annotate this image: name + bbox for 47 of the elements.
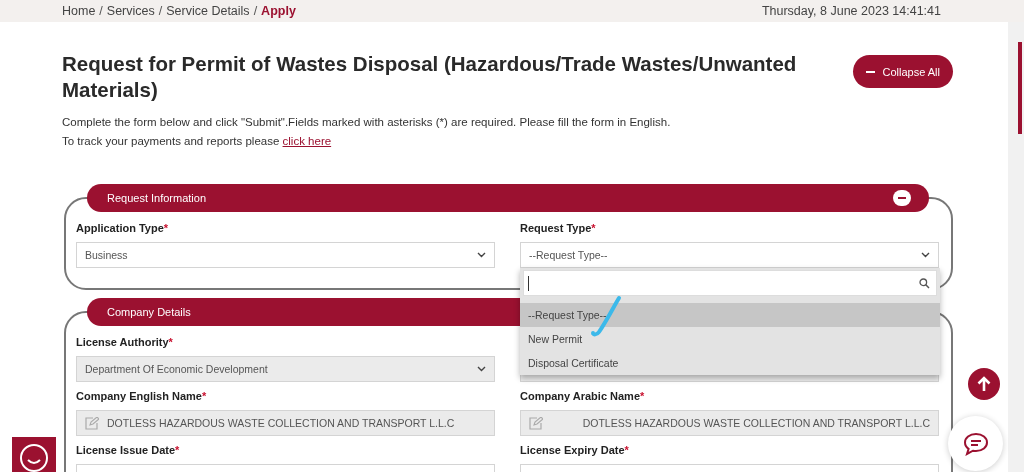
collapse-all-button[interactable]: Collapse All <box>852 55 953 88</box>
click-here-link[interactable]: click here <box>282 135 332 147</box>
scroll-up-button[interactable] <box>968 368 1000 400</box>
breadcrumb-separator: / <box>158 4 163 18</box>
chevron-down-icon <box>477 366 486 372</box>
required-asterisk: * <box>168 336 173 348</box>
logo-icon[interactable] <box>12 437 56 472</box>
breadcrumb-separator: / <box>253 4 258 18</box>
required-asterisk: * <box>163 222 169 234</box>
field-label: License Expiry Date <box>520 444 625 456</box>
field-label: Request Type <box>520 222 592 234</box>
page-title: Request for Permit of Wastes Disposal (Hazardous/Trade Wastes/Unwanted Materials) <box>62 51 798 103</box>
breadcrumb-link[interactable]: Apply <box>261 4 296 18</box>
scrollbar-thumb[interactable] <box>1018 42 1022 134</box>
section-header[interactable]: Request Information <box>87 184 929 212</box>
required-asterisk: * <box>201 390 207 402</box>
instructions-text: Complete the form below and click "Submit".Fields marked with asterisks (*) are required. Please fill the form in English. <box>62 115 672 130</box>
tracking-text: To track your payments and reports please <box>62 135 280 147</box>
chevron-down-icon <box>477 252 486 258</box>
required-asterisk: * <box>175 444 180 456</box>
chat-icon <box>962 431 989 456</box>
required-asterisk: * <box>624 444 629 456</box>
dropdown-option[interactable]: New Permit <box>520 327 940 351</box>
collapse-icon[interactable] <box>893 190 911 206</box>
search-icon <box>919 277 930 289</box>
field-label: Company English Name <box>76 390 202 402</box>
breadcrumb-link[interactable]: Service Details <box>166 4 250 18</box>
select-field[interactable]: --Request Type-- <box>520 242 939 268</box>
field-label: Application Type <box>76 222 164 234</box>
dropdown-option[interactable]: Disposal Certificate <box>520 351 940 375</box>
breadcrumb-separator: / <box>99 4 103 18</box>
required-asterisk: * <box>591 222 596 234</box>
select-field[interactable]: Business <box>76 242 495 268</box>
breadcrumb-link[interactable]: Services <box>106 4 155 18</box>
chevron-down-icon <box>921 252 930 258</box>
edit-icon <box>85 416 99 430</box>
breadcrumb-link[interactable]: Home <box>62 4 96 18</box>
arrow-up-icon <box>977 376 991 392</box>
field-label: Company Arabic Name <box>520 390 641 402</box>
required-asterisk: * <box>640 390 645 402</box>
field-label: License Authority <box>76 336 169 348</box>
date-time: Thursday, 8 June 2023 14:41:41 <box>761 4 941 18</box>
chat-button[interactable] <box>948 416 1003 471</box>
edit-icon <box>529 416 543 430</box>
search-field[interactable] <box>523 270 937 296</box>
dropdown-option[interactable]: --Request Type-- <box>520 303 940 327</box>
field-label: License Issue Date <box>76 444 176 456</box>
